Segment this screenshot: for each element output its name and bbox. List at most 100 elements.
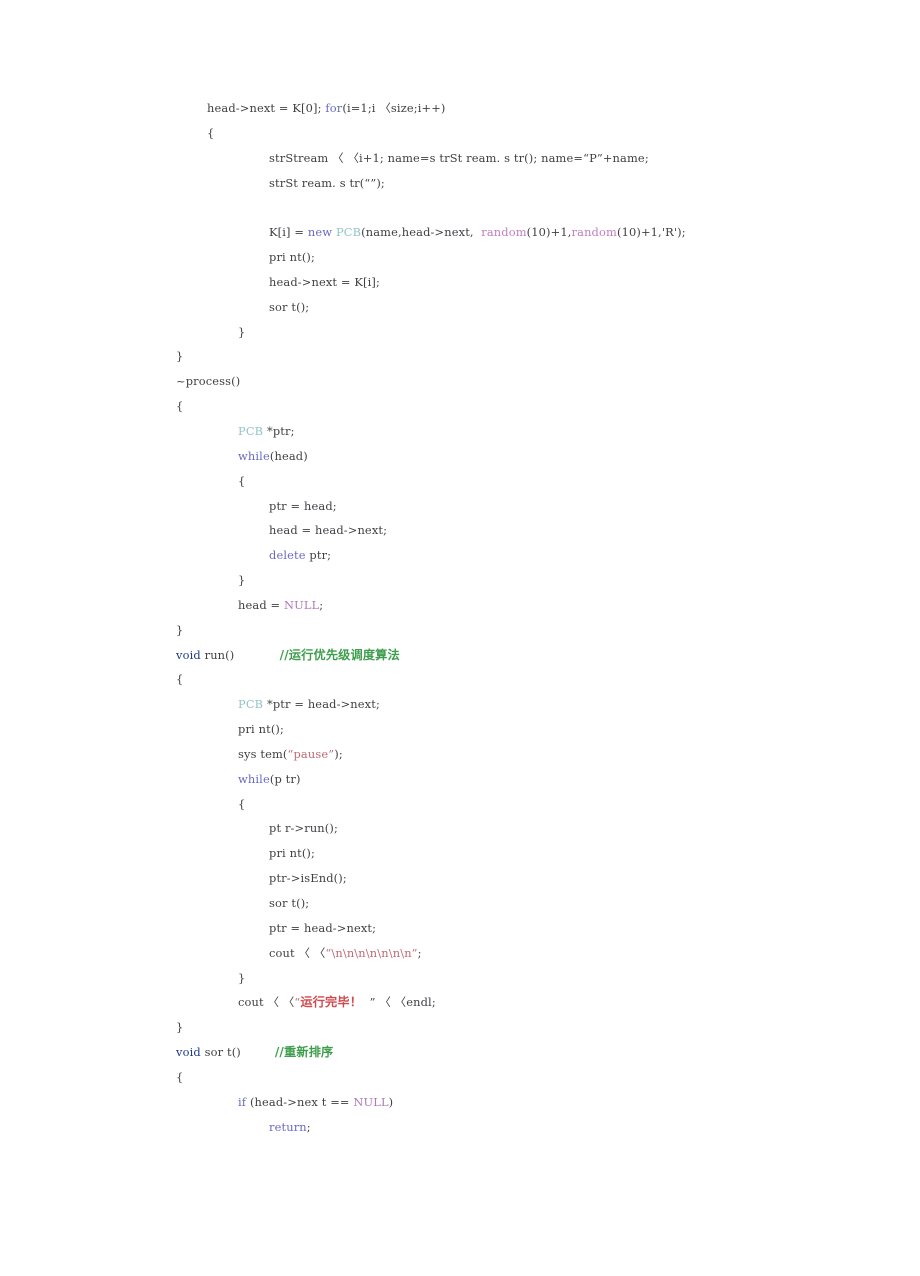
code-token-plain: (10)+1,: [526, 225, 572, 240]
code-token-keyword: for: [325, 101, 343, 115]
code-token-plain: sor t(): [200, 1045, 275, 1060]
code-token-class_name: PCB: [238, 423, 264, 438]
code-line: ptr->isEnd();: [176, 866, 876, 891]
code-token-keyword: while: [238, 771, 270, 786]
code-token-plain: (name,head->next,: [361, 225, 482, 240]
code-line: }: [176, 568, 876, 593]
code-token-function: random: [571, 225, 617, 240]
code-token-plain: }: [238, 324, 246, 339]
code-token-plain: ;: [319, 597, 324, 612]
code-token-class_name: PCB: [238, 697, 264, 712]
code-token-plain: );: [376, 175, 385, 190]
code-token-plain: pri nt();: [238, 722, 284, 737]
code-token-plain: (10)+1,'R');: [616, 225, 686, 240]
code-line: void run() //运行优先级调度算法: [176, 643, 876, 668]
code-token-plain: i+1; name=s trSt ream. s tr(); name=: [359, 150, 584, 165]
code-token-plain: ): [388, 1094, 394, 1109]
code-line: while(head): [176, 444, 876, 469]
code-token-comment: //运行优先级调度算法: [279, 647, 400, 662]
code-token-type: void: [176, 647, 201, 662]
code-line: ptr = head->next;: [176, 916, 876, 941]
code-token-plain: strStream: [269, 150, 333, 165]
code-token-keyword: delete: [269, 548, 306, 563]
code-line: return;: [176, 1115, 876, 1140]
code-line: sor t();: [176, 295, 876, 320]
code-token-plain: ptr = head;: [269, 498, 337, 513]
code-line: }: [176, 320, 876, 345]
code-token-string: “\n\n\n\n\n\n\n”: [325, 945, 418, 960]
code-token-plain: }: [176, 349, 184, 364]
code-token-plain: (i=1;i: [342, 101, 380, 115]
code-token-class_name: PCB: [335, 225, 362, 240]
code-token-plain: strSt ream. s tr(: [269, 175, 365, 190]
code-token-string_cn: 运行完毕！: [300, 995, 363, 1010]
code-line: pri nt();: [176, 245, 876, 270]
code-token-plain: ~process(): [176, 374, 241, 389]
code-line: {: [176, 394, 876, 419]
code-token-constant: NULL: [353, 1094, 389, 1109]
code-token-plain: +name;: [602, 150, 649, 165]
code-line: PCB *ptr = head->next;: [176, 692, 876, 717]
code-token-plain: sor t();: [269, 299, 310, 314]
code-token-plain: 〈: [379, 101, 391, 115]
code-token-function: random: [481, 225, 527, 240]
code-token-plain: {: [176, 399, 184, 414]
code-line: head->next = K[0]; for(i=1;i 〈size;i++): [176, 96, 876, 121]
code-token-plain: K[i] =: [269, 225, 308, 240]
code-token-plain: {: [238, 473, 246, 488]
code-line: strStream 〈 〈i+1; name=s trSt ream. s tr…: [176, 146, 876, 171]
code-token-plain: *ptr = head->next;: [263, 697, 380, 712]
code-token-plain: (head): [269, 448, 308, 463]
code-token-plain: 〈 〈: [298, 945, 326, 960]
code-token-plain: }: [176, 622, 184, 637]
code-line: {: [176, 469, 876, 494]
code-token-keyword: while: [238, 448, 270, 463]
code-token-plain: head =: [238, 597, 284, 612]
code-token-plain: ptr->isEnd();: [269, 871, 347, 886]
code-token-plain: 〈 〈: [267, 995, 295, 1010]
code-line: cout 〈 〈“\n\n\n\n\n\n\n”;: [176, 941, 876, 966]
code-token-plain: (p tr): [269, 771, 301, 786]
code-token-plain: cout: [269, 945, 299, 960]
code-token-plain: “P”: [583, 150, 603, 165]
code-token-plain: head->next = K[0];: [207, 101, 326, 115]
code-line: if (head->nex t == NULL): [176, 1090, 876, 1115]
code-line: PCB *ptr;: [176, 419, 876, 444]
code-line: {: [176, 121, 876, 146]
code-line: {: [176, 1065, 876, 1090]
code-token-plain: 〈 〈: [379, 995, 407, 1010]
code-line: head->next = K[i];: [176, 270, 876, 295]
code-token-plain: ;: [306, 1119, 311, 1134]
code-line: sor t();: [176, 891, 876, 916]
code-token-plain: ptr = head->next;: [269, 920, 377, 935]
code-line: head = NULL;: [176, 593, 876, 618]
code-token-keyword: if: [238, 1094, 247, 1109]
code-listing: head->next = K[0]; for(i=1;i 〈size;i++) {…: [176, 96, 876, 1139]
code-line: cout 〈 〈“运行完毕！ ” 〈 〈endl;: [176, 990, 876, 1015]
code-token-plain: {: [176, 672, 184, 687]
code-line: strSt ream. s tr(“”);: [176, 171, 876, 196]
code-token-plain: }: [238, 970, 246, 985]
code-line: }: [176, 966, 876, 991]
code-token-constant: NULL: [284, 597, 320, 612]
code-token-plain: size;i++): [390, 101, 446, 115]
code-line: {: [176, 792, 876, 817]
code-line: while(p tr): [176, 767, 876, 792]
code-token-comment: //重新排序: [274, 1045, 334, 1060]
code-token-plain: head->next = K[i];: [269, 274, 380, 289]
code-token-plain: sor t();: [269, 896, 310, 910]
code-token-plain: sys tem(: [238, 746, 288, 761]
code-token-plain: 〈 〈: [332, 150, 360, 165]
code-line: void sor t() //重新排序: [176, 1040, 876, 1065]
code-line: sys tem(“pause”);: [176, 742, 876, 767]
code-token-plain: {: [238, 796, 246, 811]
code-line: ~process(): [176, 369, 876, 394]
code-line: pri nt();: [176, 841, 876, 866]
code-token-keyword: return: [269, 1119, 307, 1134]
code-token-type: void: [176, 1045, 201, 1060]
page-canvas: head->next = K[0]; for(i=1;i 〈size;i++) {…: [0, 0, 920, 1276]
code-line: pt r->run();: [176, 816, 876, 841]
code-token-plain: pt r->run();: [269, 821, 338, 836]
code-token-plain: {: [207, 125, 215, 140]
